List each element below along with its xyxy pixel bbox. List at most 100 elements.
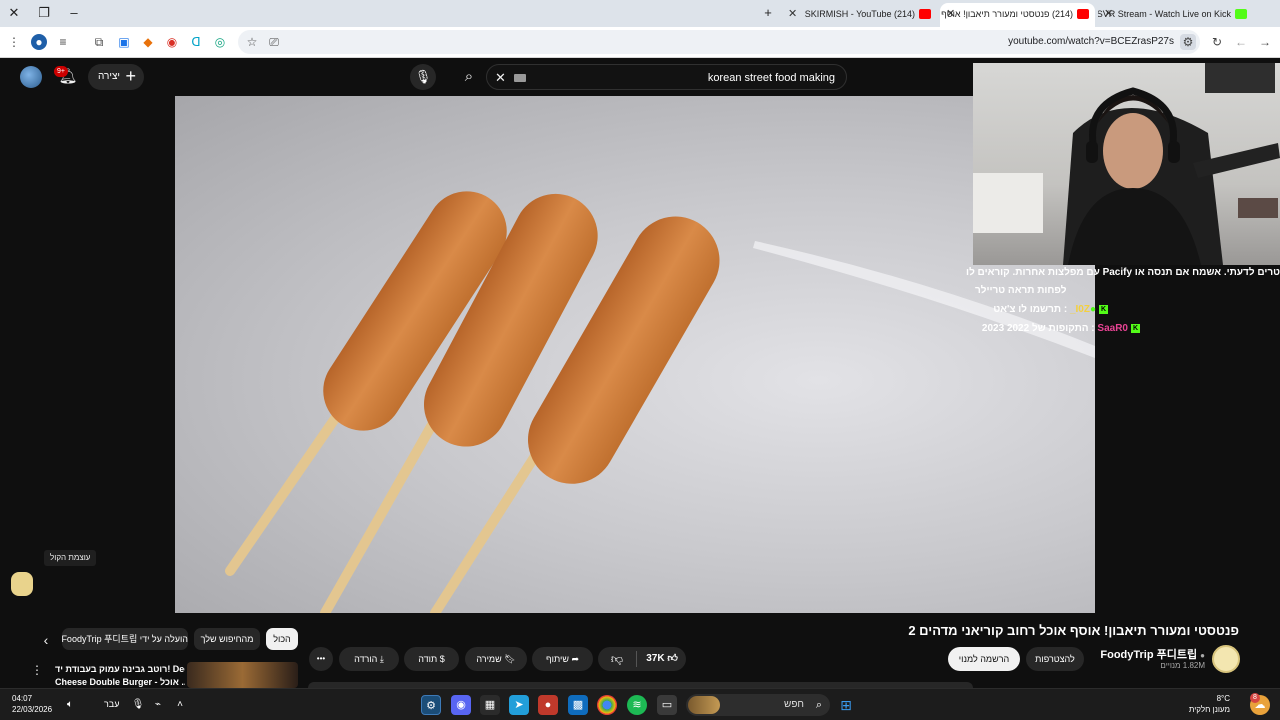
extension-icon[interactable]: ◆ [140, 34, 156, 50]
close-window-icon[interactable]: ✕ [4, 4, 24, 22]
extension-icon[interactable]: ◉ [164, 34, 180, 50]
minimize-window-icon[interactable]: – [64, 4, 84, 22]
more-actions-button[interactable]: ••• [309, 647, 333, 671]
tab-kick-stream[interactable]: ✕ OdedSVR Stream - Watch Live on Kick [1098, 3, 1253, 27]
stream-chat-overlay: טרים לדעתי. אשמח אם תנסה או Pacify עם מפ… [966, 265, 1280, 345]
reload-icon[interactable]: ↻ [1209, 34, 1225, 50]
related-more-icon[interactable]: ⋮ [31, 663, 43, 677]
account-avatar[interactable] [20, 66, 42, 88]
site-settings-icon[interactable]: ⚙ [1180, 34, 1196, 50]
clock[interactable]: 04:07 22/03/2026 [12, 693, 52, 715]
side-panel-icon[interactable]: ⋮ [6, 34, 22, 50]
save-label: שמירה [476, 654, 502, 664]
channel-avatar[interactable] [1212, 645, 1240, 673]
translate-icon[interactable]: ᗡ [188, 34, 204, 50]
input-language[interactable]: עבר [104, 699, 119, 709]
steam-icon[interactable]: ⚙ [421, 695, 441, 715]
cast-icon[interactable]: ⎚ [266, 34, 282, 50]
subscribe-button[interactable]: הרשמה למנוי [948, 647, 1020, 671]
weather-badge: 8 [1250, 693, 1260, 703]
clear-search-icon[interactable]: ✕ [495, 65, 506, 91]
app-icon[interactable]: ▦ [480, 695, 500, 715]
discord-icon[interactable]: ◉ [451, 695, 471, 715]
weather-widget[interactable]: 8°C מעונן חלקית [1189, 693, 1230, 715]
tray-expand-chevron-icon[interactable]: ˄ [170, 695, 190, 715]
restore-window-icon[interactable]: ❐ [34, 4, 54, 22]
extension-icon[interactable]: ▣ [116, 34, 132, 50]
address-bar[interactable]: ☆ ⎚ youtube.com/watch?v=BCEZrasP27s ⚙ [238, 30, 1200, 54]
create-label: יצירה [98, 71, 121, 82]
voice-search-mic-icon[interactable]: 🎙︎ [410, 64, 436, 90]
kick-badge-icon: K [1099, 304, 1108, 314]
related-title-line: רוטב גבינה עמוק בעבודת יד! Deep [55, 664, 185, 674]
save-button[interactable]: שמירה 🔖︎ [465, 647, 527, 671]
browser-tab-strip: ✕ ❐ – + ✕ (214) SKIRMISH - YouTube ✕ (21… [0, 0, 1280, 27]
reading-list-icon[interactable]: ≡ [55, 34, 71, 50]
extension-icon[interactable]: ◎ [212, 34, 228, 50]
back-icon[interactable]: → [1257, 34, 1273, 50]
bookmark-star-icon[interactable]: ☆ [244, 34, 260, 50]
verified-check-icon: ● [1200, 651, 1205, 660]
player-margin-right [1095, 345, 1280, 613]
new-tab-button[interactable]: + [758, 4, 778, 22]
network-icon[interactable]: ⌁ [148, 695, 168, 715]
related-title[interactable]: רוטב גבינה עמוק בעבודת יד! Deep Cheese D… [55, 663, 185, 689]
clock-date: 22/03/2026 [12, 705, 53, 714]
dislike-button-icon[interactable]: 👎︎ [598, 647, 636, 671]
profile-avatar-icon[interactable]: ● [31, 34, 47, 50]
search-highlight-image [688, 696, 720, 714]
taskbar-search-input[interactable]: חפש ⌕ [686, 694, 830, 716]
like-button[interactable]: 37K 👍︎ [638, 647, 686, 671]
app-icon[interactable]: ● [538, 695, 558, 715]
share-button[interactable]: שיתוף ➦ [532, 647, 593, 671]
spotify-icon[interactable]: ≋ [627, 695, 647, 715]
chip-uploader[interactable]: הועלה על ידי FoodyTrip 푸디트립 [62, 628, 188, 650]
close-tab-icon[interactable]: ✕ [788, 3, 797, 25]
webcam-frame [973, 63, 1280, 265]
browser-toolbar: ⋮ ● ≡ ⧉ ▣ ◆ ◉ ᗡ ◎ ☆ ⎚ youtube.com/watch?… [0, 27, 1280, 58]
weather-temp: 8°C [1216, 694, 1230, 703]
download-button[interactable]: הורדה ⤓ [339, 647, 399, 671]
subscriber-count: 1.82M מנויים [1160, 661, 1205, 670]
chat-text: התקופות של 2022 2023 [981, 323, 1089, 334]
tab-current-video[interactable]: ✕ (214) פנטסטי ומעורר תיאבון! אוסף אוכל [940, 3, 1095, 27]
chrome-icon[interactable] [597, 695, 617, 715]
microphone-icon[interactable]: 🎙︎ [128, 695, 148, 715]
thanks-button[interactable]: תודה $ [404, 647, 459, 671]
tab-skirmish[interactable]: ✕ (214) SKIRMISH - YouTube [782, 3, 937, 27]
chat-message: KSaaR0 : התקופות של 2022 2023 [981, 323, 1140, 334]
url-text[interactable]: youtube.com/watch?v=BCEZrasP27s [1008, 30, 1174, 54]
apps-grid-icon[interactable]: ▩ [568, 695, 588, 715]
file-explorer-icon[interactable]: ▭ [657, 695, 677, 715]
windows-taskbar: 04:07 22/03/2026 🔈︎ עבר 🎙︎ ⌁ ˄ ⚙ ◉ ▦ ➤ ●… [0, 688, 1280, 720]
create-button[interactable]: + יצירה [88, 64, 144, 90]
video-player[interactable] [175, 96, 1095, 613]
close-tab-icon[interactable]: ✕ [946, 3, 955, 25]
search-query[interactable]: korean street food making [708, 65, 835, 91]
download-label: הורדה [354, 654, 378, 664]
chips-prev-chevron-icon[interactable]: ‹ [36, 630, 56, 650]
kick-icon [1235, 9, 1247, 19]
share-label: שיתוף [546, 654, 569, 664]
telegram-icon[interactable]: ➤ [509, 695, 529, 715]
channel-name-text[interactable]: FoodyTrip 푸디트립 [1100, 649, 1197, 661]
start-windows-icon[interactable]: ⊞ [836, 695, 856, 715]
download-icon: ⤓ [379, 654, 384, 664]
youtube-icon [919, 9, 931, 19]
speaker-icon[interactable]: 🔈︎ [60, 695, 80, 715]
close-tab-icon[interactable]: ✕ [1104, 3, 1113, 25]
search-icon[interactable]: ⌕ [454, 64, 484, 90]
bookmark-icon: 🔖︎ [504, 654, 516, 664]
forward-icon[interactable]: ← [1233, 34, 1249, 50]
chip-all[interactable]: הכול [266, 628, 298, 650]
tab-title: (214) SKIRMISH - YouTube [804, 9, 915, 19]
channel-name[interactable]: FoodyTrip 푸디트립 ● [1100, 646, 1205, 662]
plus-icon: + [125, 66, 136, 86]
join-button[interactable]: להצטרפות [1026, 647, 1084, 671]
search-input[interactable]: ✕ korean street food making [486, 64, 847, 90]
keyboard-icon[interactable] [514, 74, 526, 82]
extensions-icon[interactable]: ⧉ [91, 34, 107, 50]
notification-count-badge: 9+ [54, 66, 68, 77]
related-thumbnail[interactable] [187, 662, 298, 688]
chip-from-search[interactable]: מהחיפוש שלך [194, 628, 260, 650]
